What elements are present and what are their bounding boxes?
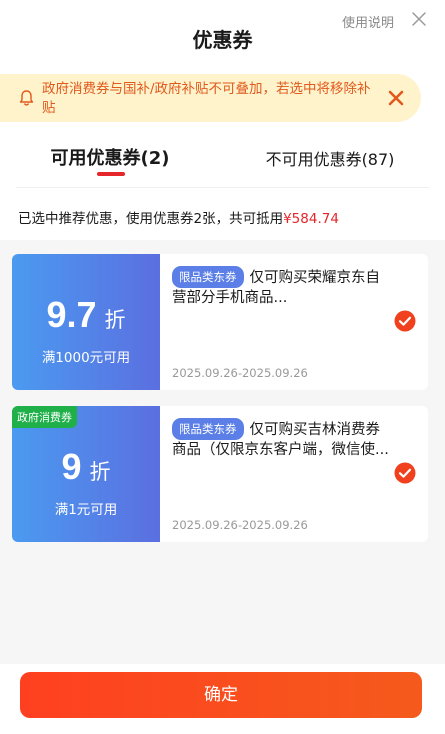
notice-text: 政府消费券与国补/政府补贴不可叠加，若选中将移除补贴 bbox=[42, 81, 371, 116]
coupon-tabs: 可用优惠券(2) 不可用优惠券(87) bbox=[0, 138, 445, 184]
coupon-description: 限品类东券 仅可购买荣耀京东自营部分手机商品... bbox=[172, 266, 392, 308]
discount-unit: 折 bbox=[104, 308, 126, 332]
summary-amount: ¥584.74 bbox=[283, 211, 339, 227]
coupon-condition: 满1元可用 bbox=[54, 502, 118, 518]
coupon-details: 限品类东券 仅可购买荣耀京东自营部分手机商品... 2025.09.26-2025… bbox=[170, 254, 428, 390]
tab-available-coupons[interactable]: 可用优惠券(2) bbox=[40, 144, 180, 170]
tab-divider bbox=[16, 187, 429, 188]
usage-help-link[interactable]: 使用说明 bbox=[342, 12, 394, 31]
coupon-value-panel: 政府消费券 9折 满1元可用 bbox=[12, 406, 160, 542]
bell-icon bbox=[19, 90, 34, 106]
coupon-validity: 2025.09.26-2025.09.26 bbox=[172, 366, 308, 380]
coupon-condition: 满1000元可用 bbox=[41, 350, 131, 366]
gov-voucher-badge: 政府消费券 bbox=[12, 406, 77, 428]
discount-unit: 折 bbox=[89, 460, 111, 484]
coupon-card[interactable]: 9.7 折 满1000元可用 限品类东券 仅可购买荣耀京东自营部分手机商品... 2… bbox=[12, 254, 428, 390]
discount-value: 9 bbox=[61, 446, 82, 487]
close-icon[interactable] bbox=[410, 10, 428, 28]
coupon-card[interactable]: 政府消费券 9折 满1元可用 限品类东券 仅可购买吉林消费券商品（仅限京东客户端，… bbox=[12, 406, 428, 542]
coupon-details: 限品类东券 仅可购买吉林消费券商品（仅限京东客户端，微信使... 2025.09.… bbox=[170, 406, 428, 542]
subsidy-notice-banner: 政府消费券与国补/政府补贴不可叠加，若选中将移除补贴 bbox=[0, 74, 421, 122]
tab-unavailable-coupons[interactable]: 不可用优惠券(87) bbox=[255, 146, 405, 170]
coupon-discount: 9折 bbox=[12, 446, 160, 488]
confirm-button[interactable]: 确定 bbox=[20, 672, 422, 718]
category-tag: 限品类东券 bbox=[172, 418, 244, 440]
selection-summary: 已选中推荐优惠，使用优惠券2张，共可抵用¥584.74 bbox=[18, 207, 339, 227]
coupon-validity: 2025.09.26-2025.09.26 bbox=[172, 518, 308, 532]
coupon-list: 9.7 折 满1000元可用 限品类东券 仅可购买荣耀京东自营部分手机商品... 2… bbox=[0, 240, 445, 664]
footer-bar: 确定 bbox=[0, 664, 445, 734]
notice-close-icon[interactable] bbox=[386, 88, 406, 108]
discount-value: 9.7 bbox=[46, 294, 97, 335]
sheet-header: 优惠券 使用说明 bbox=[0, 0, 445, 70]
category-tag: 限品类东券 bbox=[172, 266, 244, 288]
coupon-discount: 9.7 折 bbox=[12, 294, 160, 336]
coupon-value-panel: 9.7 折 满1000元可用 bbox=[12, 254, 160, 390]
check-circle-icon[interactable] bbox=[394, 462, 416, 484]
summary-text: 已选中推荐优惠，使用优惠券2张，共可抵用 bbox=[18, 211, 284, 227]
active-tab-indicator bbox=[97, 172, 125, 176]
coupon-description: 限品类东券 仅可购买吉林消费券商品（仅限京东客户端，微信使... bbox=[172, 418, 392, 460]
check-circle-icon[interactable] bbox=[394, 310, 416, 332]
